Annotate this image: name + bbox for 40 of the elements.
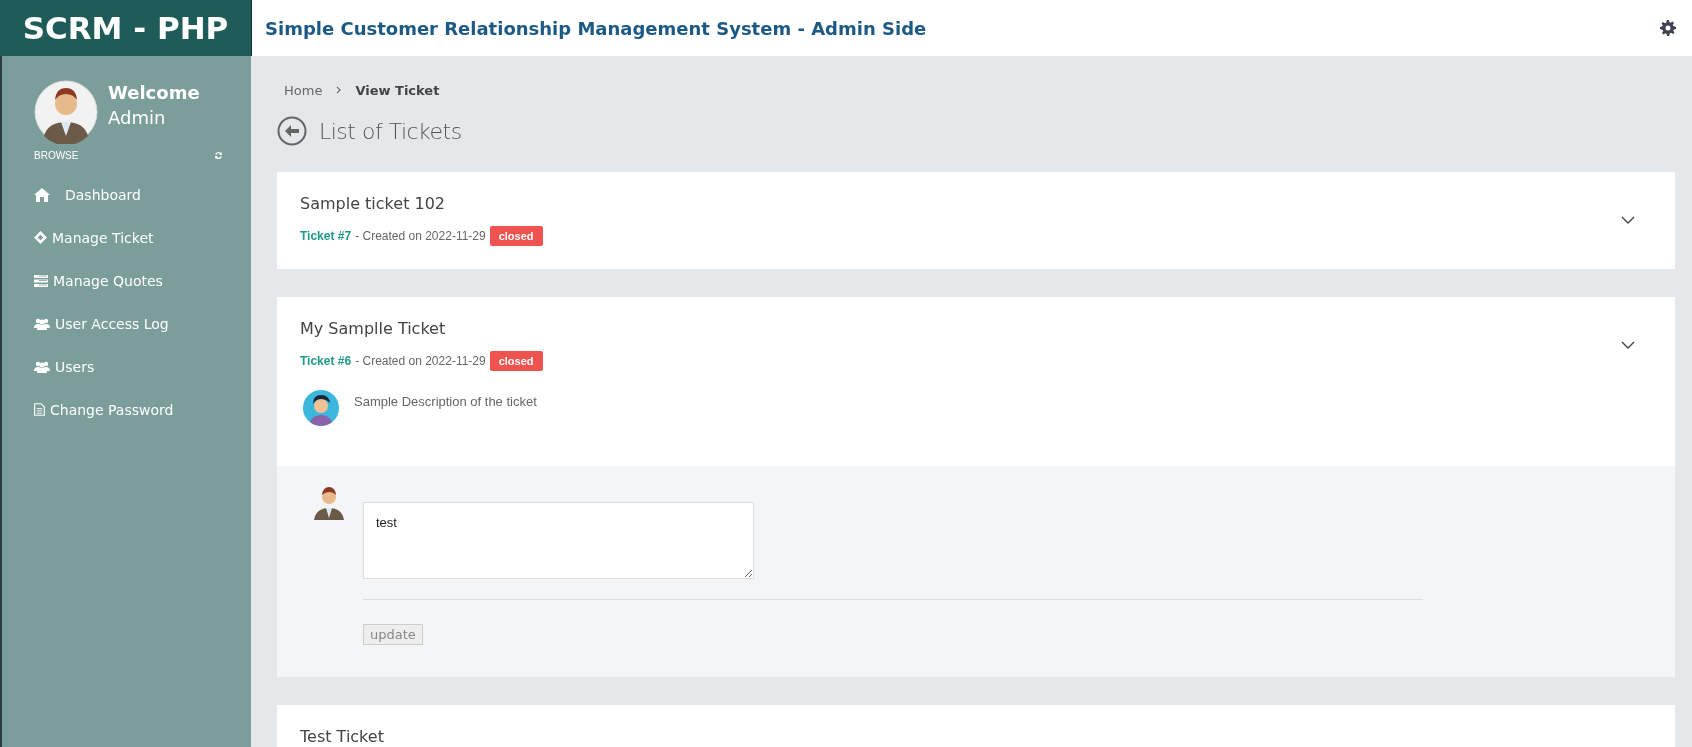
refresh-icon[interactable]: [214, 151, 223, 160]
ticket-icon: [34, 231, 47, 244]
brand-logo: SCRM - PHP: [0, 0, 252, 56]
ticket-description: Sample Description of the ticket: [354, 394, 537, 411]
created-date: - Created on 2022-11-29: [355, 229, 486, 243]
nav-link[interactable]: User Access Log: [34, 302, 251, 345]
app-title: Simple Customer Relationship Management System - Admin Side: [265, 17, 927, 39]
nav-link[interactable]: Manage Quotes: [34, 259, 251, 302]
list-icon: [34, 274, 48, 287]
document-icon: [34, 403, 45, 416]
update-button[interactable]: update: [363, 624, 423, 645]
nav-link[interactable]: Dashboard: [34, 173, 251, 216]
nav-link[interactable]: Manage Ticket: [34, 216, 251, 259]
status-label: closed: [489, 351, 543, 371]
created-date: - Created on 2022-11-29: [355, 354, 486, 368]
user-avatar-icon: [303, 390, 339, 426]
nav-link[interactable]: Users: [34, 345, 251, 388]
users-icon: [34, 360, 50, 373]
section-label: BROWSE: [34, 150, 79, 161]
welcome-text: Welcome: [108, 82, 200, 103]
nav-link[interactable]: Change Password: [34, 388, 251, 431]
ticket-title[interactable]: My Samplle Ticket: [300, 319, 543, 338]
breadcrumb-link[interactable]: View Ticket: [355, 82, 440, 98]
users-icon: [34, 317, 50, 330]
status-label: closed: [489, 226, 543, 246]
chevron-right-icon: [336, 86, 342, 94]
chevron-down-icon[interactable]: [1621, 341, 1635, 349]
ticket-number: Ticket #6: [300, 354, 352, 368]
settings-icon[interactable]: [1660, 20, 1676, 36]
page-title: List of Tickets: [319, 118, 462, 144]
ticket-title[interactable]: Sample ticket 102: [300, 194, 543, 213]
chevron-down-icon[interactable]: [1621, 216, 1635, 224]
user-avatar-icon: [34, 80, 98, 144]
user-name: Admin: [108, 107, 167, 128]
breadcrumb-link[interactable]: Home: [284, 82, 323, 98]
ticket-number: Ticket #7: [300, 229, 352, 243]
home-icon: [34, 187, 50, 202]
ticket-title[interactable]: Test Ticket: [300, 727, 384, 746]
reply-field[interactable]: test: [363, 502, 754, 579]
user-avatar-icon: [313, 486, 345, 520]
